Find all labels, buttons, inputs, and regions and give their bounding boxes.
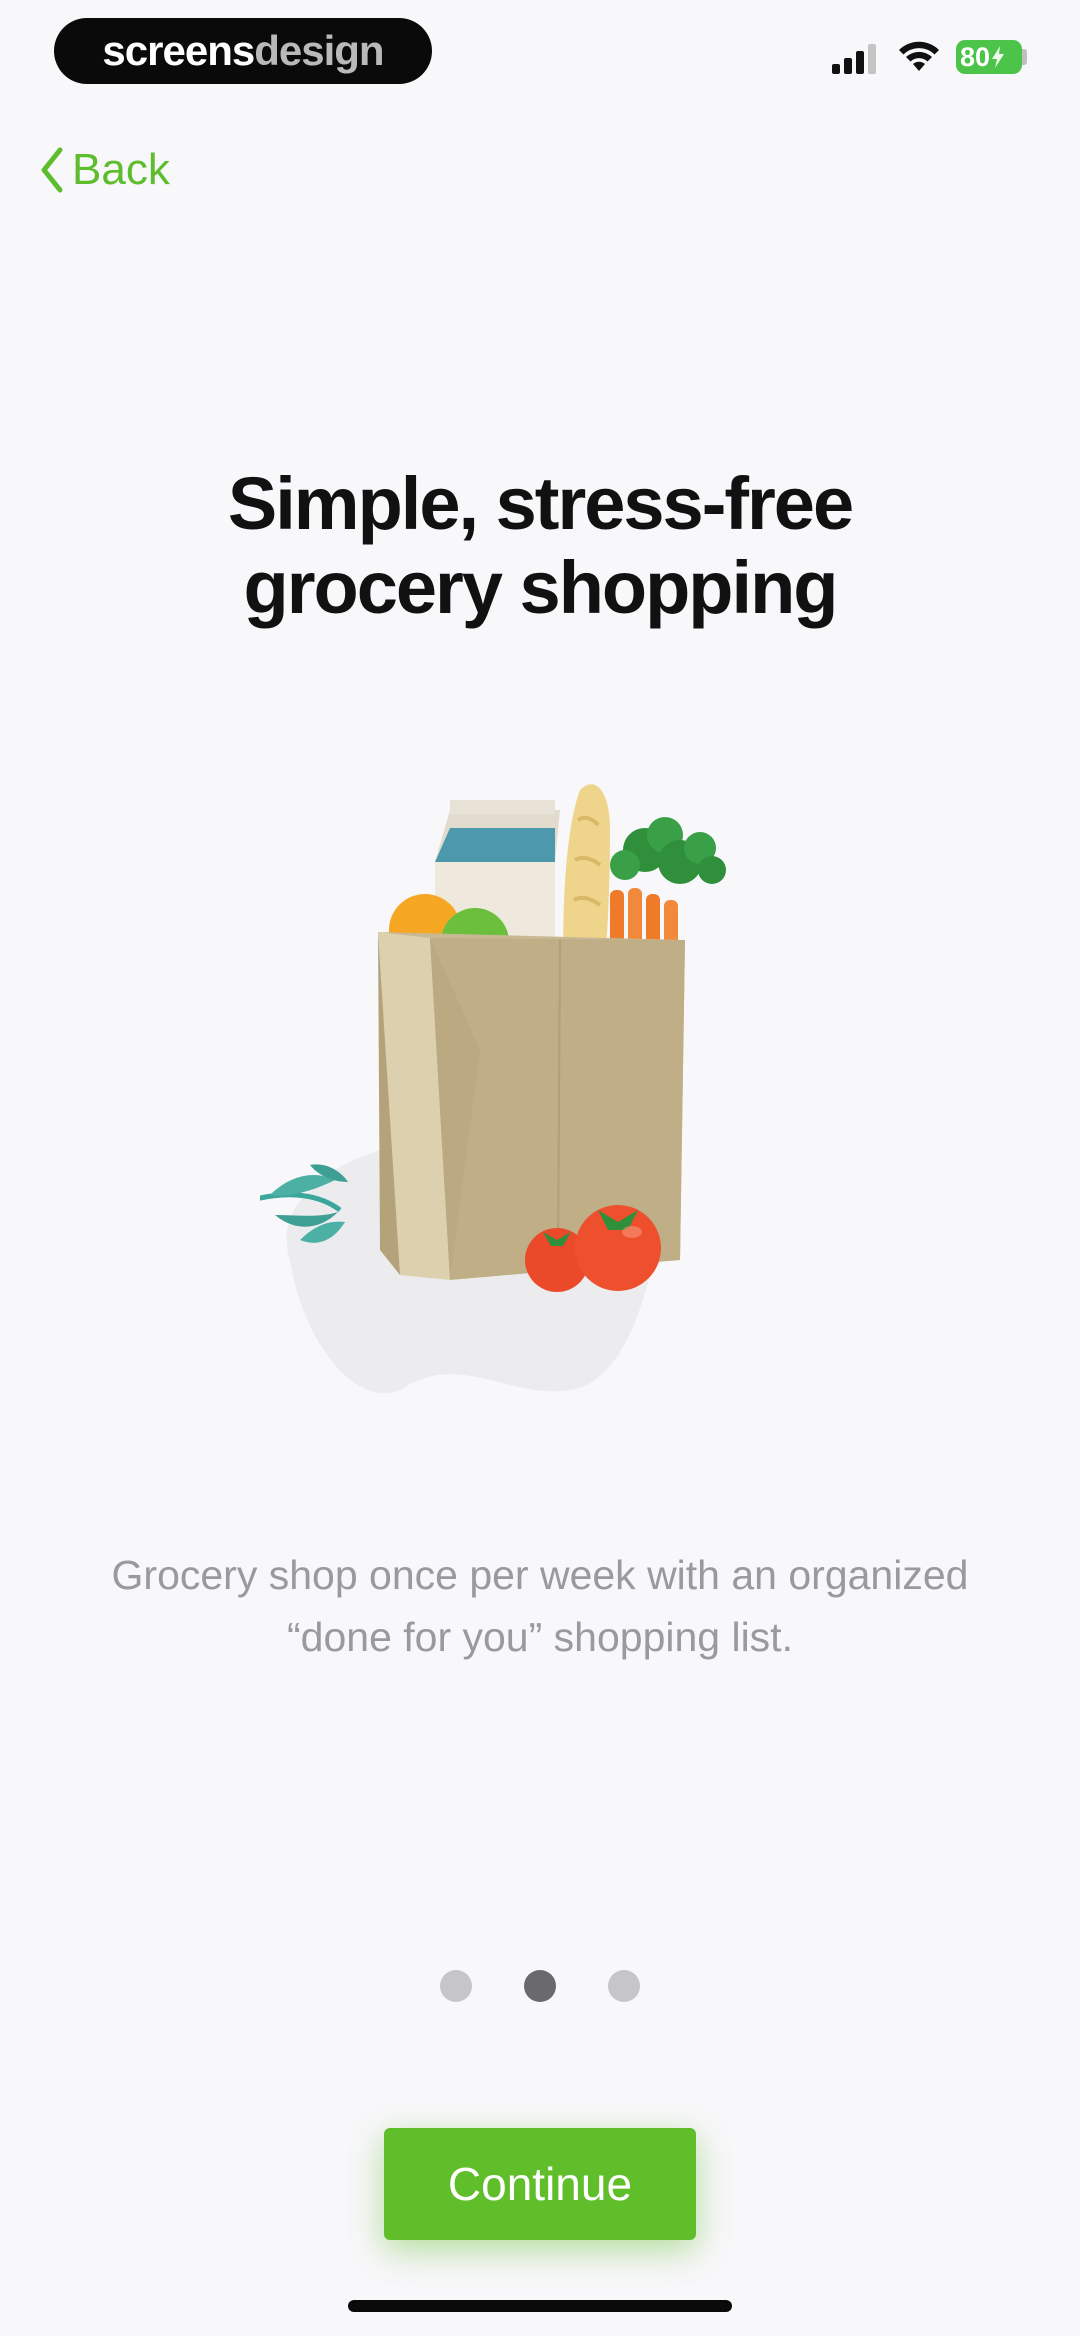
- battery-indicator: 80: [956, 40, 1022, 74]
- battery-level: 80: [960, 41, 991, 72]
- brand-logo-part1: screens: [102, 27, 255, 74]
- page-indicator: [0, 1970, 1080, 2002]
- page-dot-3[interactable]: [608, 1970, 640, 2002]
- page-dot-1[interactable]: [440, 1970, 472, 2002]
- page-title-line-2: grocery shopping: [243, 546, 839, 629]
- page-title: Simple, stress-free grocery shopping: [0, 462, 1080, 630]
- page-dot-2-active[interactable]: [524, 1970, 556, 2002]
- battery-cap: [1022, 49, 1027, 65]
- chevron-left-icon: [41, 147, 63, 193]
- grocery-bag-illustration: [260, 784, 726, 1394]
- cellular-signal-icon: [832, 44, 876, 74]
- back-button[interactable]: Back: [38, 142, 170, 198]
- brand-logo: screens design: [54, 18, 432, 84]
- home-indicator[interactable]: [348, 2300, 732, 2312]
- wifi-icon: [899, 41, 939, 71]
- continue-button[interactable]: Continue: [384, 2128, 696, 2240]
- page-title-line-1: Simple, stress-free: [227, 462, 854, 545]
- brand-logo-part2: design: [254, 27, 384, 74]
- charging-bolt-icon: [992, 46, 1005, 68]
- status-bar: screens design 80: [0, 0, 1080, 110]
- page-description: Grocery shop once per week with an organ…: [111, 1552, 969, 1660]
- back-label: Back: [72, 145, 170, 194]
- continue-button-label: Continue: [447, 2158, 633, 2210]
